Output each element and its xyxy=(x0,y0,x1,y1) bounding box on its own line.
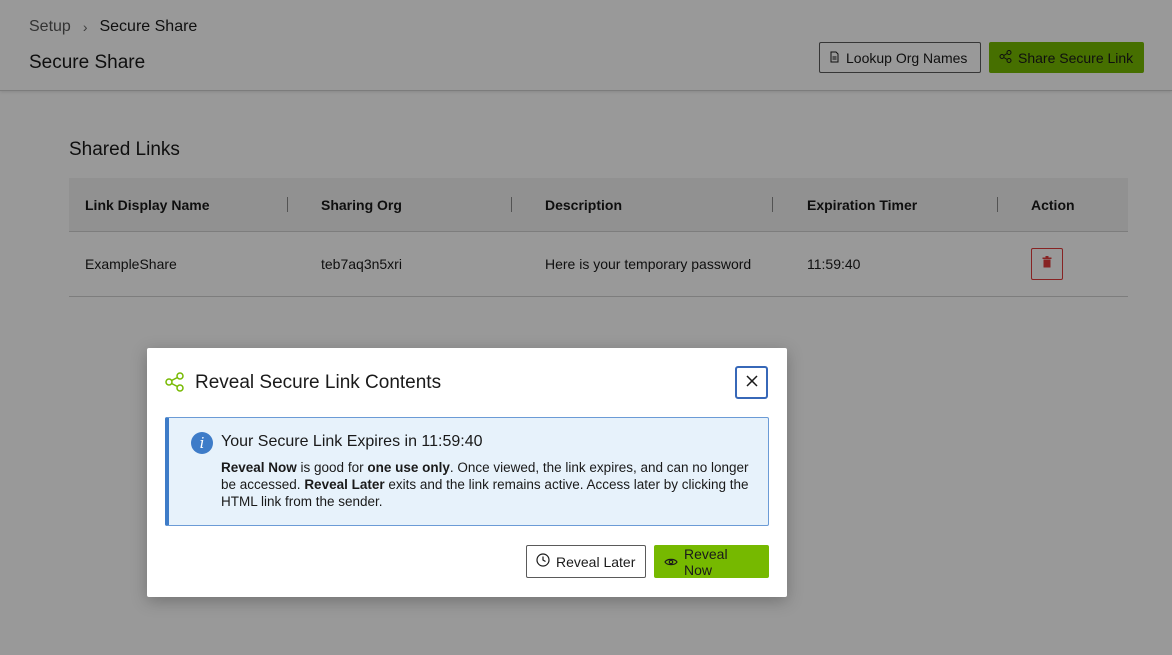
reveal-later-label: Reveal Later xyxy=(556,553,636,570)
close-icon xyxy=(745,374,758,392)
reveal-now-button[interactable]: Reveal Now xyxy=(654,545,769,578)
dialog-title: Reveal Secure Link Contents xyxy=(195,372,442,393)
info-one-use-term: one use only xyxy=(367,460,450,475)
expiration-info-box: i Your Secure Link Expires in 11:59:40 R… xyxy=(165,417,769,526)
info-text: is good for xyxy=(296,460,368,475)
info-reveal-later-term: Reveal Later xyxy=(304,477,385,492)
info-body: Reveal Now is good for one use only. Onc… xyxy=(221,459,751,510)
close-button[interactable] xyxy=(735,366,768,399)
share-icon xyxy=(165,372,185,397)
clock-icon xyxy=(536,553,550,570)
eye-icon xyxy=(664,554,678,570)
reveal-secure-link-dialog: Reveal Secure Link Contents i Your Secur… xyxy=(147,348,787,597)
reveal-now-label: Reveal Now xyxy=(684,545,728,578)
info-reveal-now-term: Reveal Now xyxy=(221,460,297,475)
reveal-later-button[interactable]: Reveal Later xyxy=(526,545,646,578)
info-heading: Your Secure Link Expires in 11:59:40 xyxy=(221,433,483,450)
info-icon: i xyxy=(191,432,213,454)
